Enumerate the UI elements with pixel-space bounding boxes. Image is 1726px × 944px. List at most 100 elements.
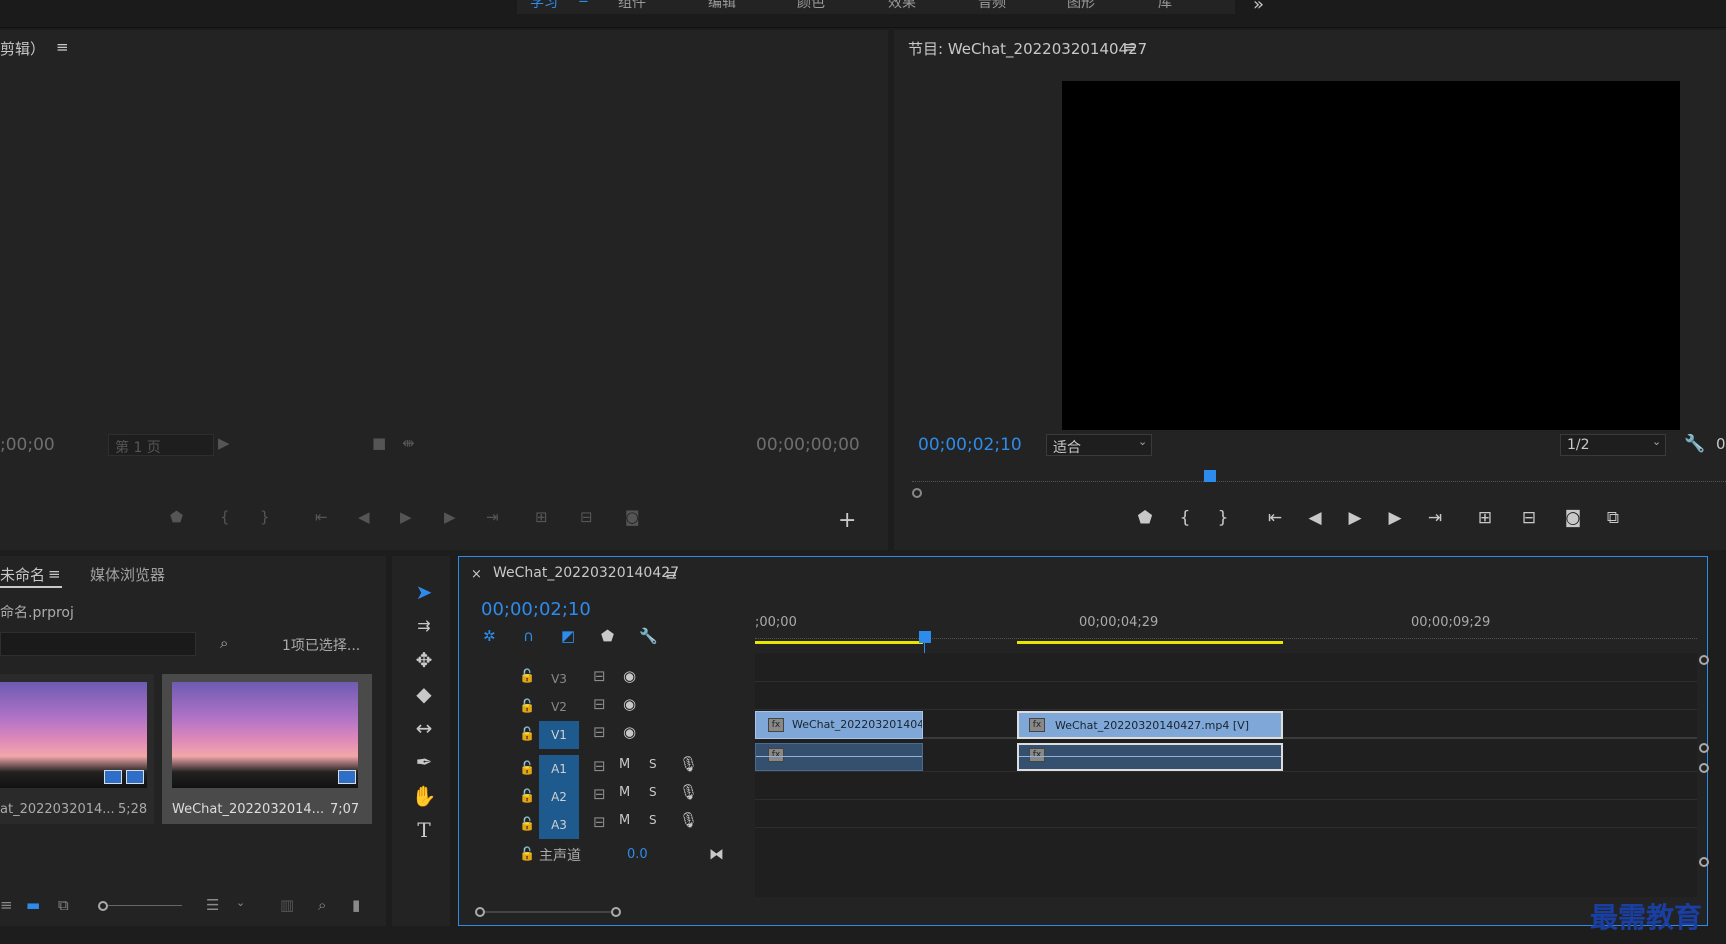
eye-icon[interactable]: ◉	[623, 667, 636, 685]
mute-button[interactable]: M	[619, 813, 630, 828]
track-lanes[interactable]: fx WeChat_2022032014042 fx WeChat_202203…	[755, 653, 1697, 897]
go-to-out-icon[interactable]: ⇥	[1422, 508, 1448, 528]
add-marker-icon[interactable]: ⬟	[170, 508, 183, 526]
track-v1[interactable]: V1	[539, 721, 579, 749]
lock-icon[interactable]: 🔓	[519, 727, 535, 742]
wrench-icon[interactable]: 🔧	[639, 627, 658, 645]
next-page-icon[interactable]: ▶	[218, 434, 230, 452]
track-a1[interactable]: A1	[539, 755, 579, 783]
icon-view-icon[interactable]: ▬	[26, 896, 40, 914]
source-monitor-title[interactable]: 剪辑）	[0, 38, 45, 59]
lock-icon[interactable]: 🔓	[519, 669, 535, 684]
sync-lock-icon[interactable]: ⊟	[593, 757, 606, 775]
vertical-scrollbar[interactable]	[1699, 653, 1709, 897]
selection-tool-icon[interactable]: ➤	[406, 576, 442, 608]
solo-button[interactable]: S	[649, 757, 657, 771]
panel-menu-icon[interactable]: ≡	[665, 566, 678, 584]
master-volume-value[interactable]: 0.0	[627, 847, 648, 862]
eye-icon[interactable]: ◉	[623, 695, 636, 713]
fit-dropdown[interactable]: 适合	[1046, 434, 1152, 456]
lock-icon[interactable]: 🔓	[519, 761, 535, 776]
camera-icon[interactable]: ◙	[625, 508, 640, 526]
workspace-tab-effects[interactable]: 效果	[888, 0, 916, 12]
settings-icon[interactable]: ⇼	[402, 434, 415, 452]
freeform-view-icon[interactable]: ⧉	[58, 896, 69, 914]
program-timecode[interactable]: 00;00;02;10	[918, 435, 1022, 455]
timeline-timecode[interactable]: 00;00;02;10	[481, 599, 591, 620]
panel-menu-icon[interactable]: ≡	[48, 565, 61, 583]
scroll-handle[interactable]	[1699, 763, 1709, 773]
razor-tool-icon[interactable]: ◆	[406, 678, 442, 710]
find-icon[interactable]: ⌕	[220, 634, 228, 652]
comparison-view-icon[interactable]: ⧉	[1600, 508, 1626, 528]
pen-tool-icon[interactable]: ✒	[406, 746, 442, 778]
program-monitor-title[interactable]: 节目: WeChat_20220320140427	[908, 38, 1147, 59]
eye-icon[interactable]: ◉	[623, 723, 636, 741]
lock-icon[interactable]: 🔓	[519, 789, 535, 804]
wrench-icon[interactable]: 🔧	[1684, 434, 1705, 454]
camera-icon[interactable]: ◙	[1560, 508, 1586, 528]
audio-clip-selected[interactable]: fx	[1017, 743, 1283, 771]
track-v2[interactable]: V2	[539, 693, 579, 721]
sync-lock-icon[interactable]: ⊟	[593, 785, 606, 803]
scroll-handle[interactable]	[1699, 655, 1709, 665]
program-scrub-bar[interactable]	[912, 468, 1726, 482]
add-marker-icon[interactable]: ⬟	[1132, 508, 1158, 528]
step-back-icon[interactable]: ◀	[1302, 508, 1328, 528]
zoom-slider-handle[interactable]	[98, 901, 108, 911]
go-to-in-icon[interactable]: ⇤	[315, 508, 328, 526]
zoom-handle-right[interactable]	[611, 907, 621, 917]
go-to-out-icon[interactable]: ⇥	[486, 508, 499, 526]
new-bin-icon[interactable]: ▮	[352, 896, 360, 914]
lift-icon[interactable]: ⊞	[1472, 508, 1498, 528]
mark-in-icon[interactable]: {	[220, 508, 230, 526]
workspace-tab-editing[interactable]: 编辑	[708, 0, 736, 12]
microphone-icon[interactable]: 🎙	[679, 783, 698, 801]
snap-icon[interactable]: ∩	[523, 627, 534, 645]
video-clip[interactable]: fx WeChat_2022032014042	[755, 711, 923, 739]
project-item-selected[interactable]: WeChat_2022032014... 7;07	[162, 674, 372, 824]
track-select-tool-icon[interactable]: ⇉	[406, 610, 442, 642]
lock-icon[interactable]: 🔓	[519, 847, 535, 862]
overwrite-icon[interactable]: ⊟	[580, 508, 593, 526]
nest-icon[interactable]: ✲	[483, 627, 496, 645]
linked-selection-icon[interactable]: ◩	[561, 627, 575, 645]
insert-icon[interactable]: ⊞	[535, 508, 548, 526]
track-a3[interactable]: A3	[539, 811, 579, 839]
workspace-tab-color[interactable]: 颜色	[797, 0, 825, 12]
page-dropdown[interactable]: 第 1 页	[108, 434, 214, 456]
sync-lock-icon[interactable]: ⊟	[593, 813, 606, 831]
mark-in-icon[interactable]: {	[1172, 508, 1198, 528]
mark-out-icon[interactable]: }	[1210, 508, 1236, 528]
panel-menu-icon[interactable]: ≡	[1124, 38, 1137, 56]
go-to-in-icon[interactable]: ⇤	[1262, 508, 1288, 528]
program-playhead[interactable]	[1204, 470, 1216, 482]
sync-lock-icon[interactable]: ⊟	[593, 667, 606, 685]
type-tool-icon[interactable]: T	[406, 814, 442, 846]
tab-project[interactable]: 未命名	[0, 564, 45, 585]
export-frame-icon[interactable]: ■	[372, 434, 386, 452]
solo-button[interactable]: S	[649, 813, 657, 827]
workspace-menu-icon[interactable]: ≡	[578, 0, 589, 7]
lock-icon[interactable]: 🔓	[519, 817, 535, 832]
mark-out-icon[interactable]: }	[260, 508, 270, 526]
close-icon[interactable]: ×	[471, 567, 482, 582]
play-icon[interactable]: ▶	[400, 508, 412, 526]
scroll-handle[interactable]	[1699, 743, 1709, 753]
master-meter-icon[interactable]: ⧓	[709, 845, 724, 863]
workspace-tab-audio[interactable]: 音频	[978, 0, 1006, 12]
lock-icon[interactable]: 🔓	[519, 699, 535, 714]
sequence-tab-title[interactable]: WeChat_20220320140427	[493, 565, 679, 581]
microphone-icon[interactable]: 🎙	[679, 755, 698, 773]
mute-button[interactable]: M	[619, 785, 630, 800]
workspace-tab-learn[interactable]: 学习	[530, 0, 558, 12]
video-clip-selected[interactable]: fx WeChat_20220320140427.mp4 [V]	[1017, 711, 1283, 739]
track-a2[interactable]: A2	[539, 783, 579, 811]
workspace-tab-assembly[interactable]: 组件	[618, 0, 646, 12]
scroll-handle[interactable]	[1699, 857, 1709, 867]
search-icon[interactable]: ⌕	[318, 896, 326, 914]
zoom-handle-left[interactable]	[912, 488, 922, 498]
workspace-tab-graphics[interactable]: 图形	[1067, 0, 1095, 12]
audio-clip[interactable]: fx	[755, 743, 923, 771]
automate-icon[interactable]: ▥	[280, 896, 294, 914]
